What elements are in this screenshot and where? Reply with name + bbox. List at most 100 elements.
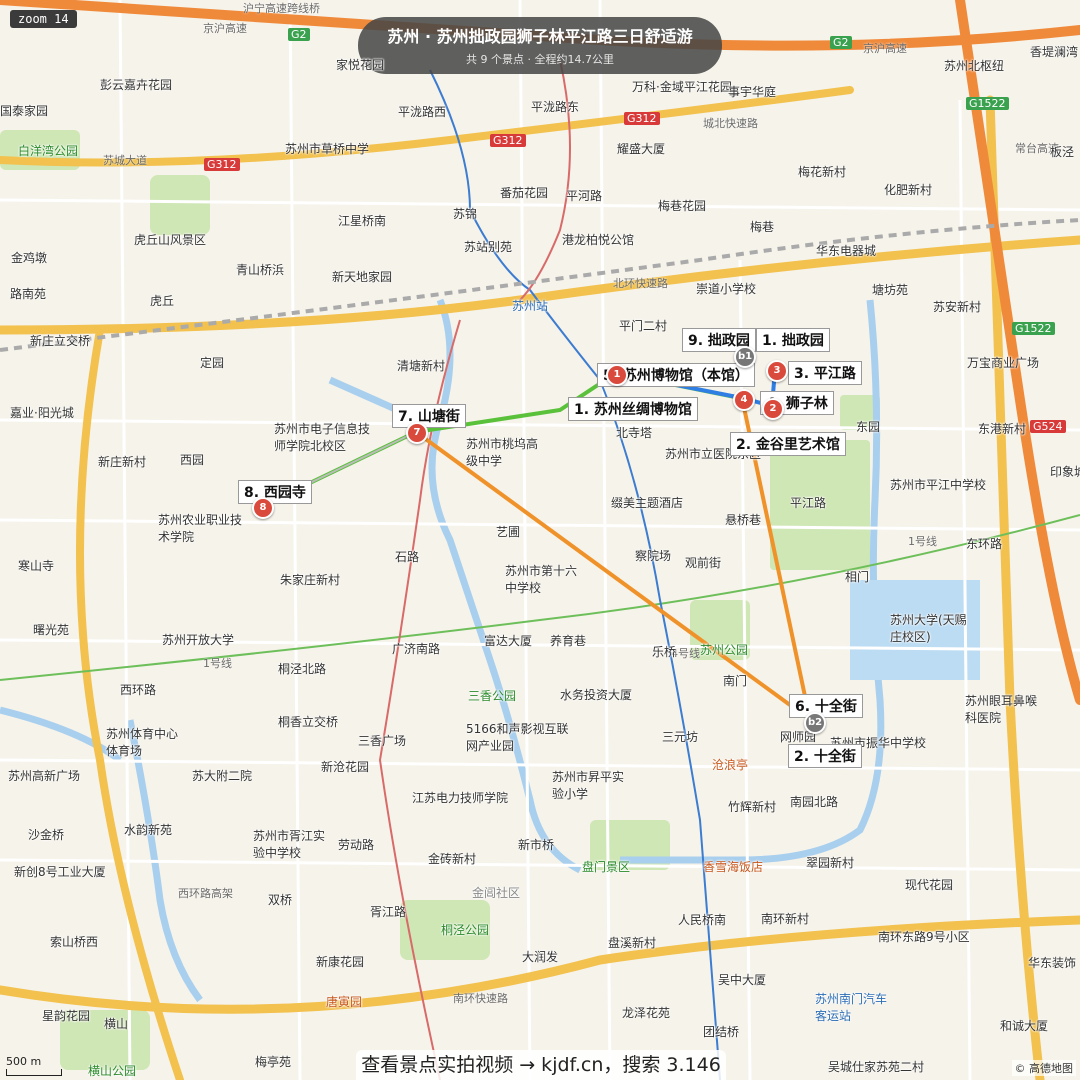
poi-label: 人民桥南 [678, 913, 727, 927]
poi-label: 印象城 [1050, 465, 1080, 479]
stop-label-2[interactable]: 2. 金谷里艺术馆 [730, 432, 846, 456]
road-shield-g2: G2 [830, 36, 852, 49]
poi-label: 崇道小学校 [696, 282, 757, 296]
poi-label: 南环新村 [761, 912, 810, 926]
poi-label: 沙金桥 [28, 828, 65, 842]
poi-label: 盘溪新村 [608, 936, 657, 950]
poi-label: 彭云嘉卉花园 [100, 78, 173, 92]
poi-label: 苏州高新广场 [8, 769, 81, 783]
poi-label: 苏州南门汽车客运站 [815, 992, 888, 1023]
poi-label: 金砖新村 [428, 852, 477, 866]
hotel-label-2[interactable]: 2. 十全街 [788, 744, 862, 768]
poi-label: 苏州公园 [700, 643, 749, 657]
stop-label-7[interactable]: 7. 山塘街 [392, 404, 466, 428]
poi-label: 平门二村 [619, 319, 668, 333]
poi-label: 新康花园 [316, 955, 365, 969]
poi-label: 富达大厦 [484, 634, 533, 648]
poi-label: 胥江路 [370, 905, 407, 919]
stop-label-3[interactable]: 3. 平江路 [788, 361, 862, 385]
road-shield-g312: G312 [204, 158, 240, 171]
poi-label: 港龙柏悦公馆 [562, 233, 635, 247]
hotel-marker-2[interactable]: b2 [804, 712, 826, 734]
road-shield-g2: G2 [288, 28, 310, 41]
scale-bar [6, 1069, 62, 1076]
poi-label: 苏州开放大学 [162, 633, 235, 647]
footer-promo-bar[interactable]: 查看景点实拍视频 → kjdf.cn，搜索 3.146 [356, 1050, 726, 1080]
poi-label: 苏州北枢纽 [944, 59, 1005, 73]
poi-label: 青山桥浜 [236, 263, 285, 277]
poi-label: 塘坊苑 [872, 283, 909, 297]
poi-label: 清塘新村 [397, 359, 446, 373]
poi-label: 家悦花园 [336, 58, 385, 72]
stop-marker-3[interactable]: 3 [766, 360, 788, 382]
poi-label: 相门 [845, 570, 870, 584]
poi-label: 白洋湾公园 [18, 144, 79, 158]
road-shield-g312: G312 [624, 112, 660, 125]
road-shield-g1522: G1522 [966, 97, 1009, 110]
stop-marker-4[interactable]: 4 [733, 389, 755, 411]
poi-label: 龙泽花苑 [622, 1006, 671, 1020]
poi-label: 寒山寺 [18, 559, 55, 573]
poi-label: 水韵新苑 [124, 823, 173, 837]
poi-label: 南门 [723, 674, 748, 688]
poi-label: 耀盛大厦 [617, 142, 666, 156]
poi-label: 新创8号工业大厦 [14, 865, 106, 879]
stop-marker-7[interactable]: 7 [406, 422, 428, 444]
stop-label-6[interactable]: 6. 十全街 [789, 694, 863, 718]
poi-label: 平泷路西 [398, 105, 447, 119]
poi-label: 苏州市胥江实验中学校 [253, 829, 326, 860]
poi-label: 华东电器城 [816, 244, 877, 258]
poi-label: 翠园新村 [806, 856, 855, 870]
poi-label: 三香公园 [468, 689, 517, 703]
road-name: 苏城大道 [103, 154, 147, 167]
scale-label: 500 m [6, 1055, 42, 1068]
poi-label: 虎丘 [150, 294, 175, 308]
poi-label: 星韵花园 [42, 1009, 91, 1023]
poi-label: 三香广场 [358, 734, 407, 748]
road-name: 南环快速路 [453, 992, 508, 1005]
stop-label-1[interactable]: 1. 苏州丝绸博物馆 [568, 397, 698, 421]
map-scale: 500 m [6, 1055, 62, 1076]
poi-label: 横山 [104, 1017, 129, 1031]
poi-label: 梅巷 [750, 220, 775, 234]
poi-label: 苏站别苑 [464, 240, 513, 254]
poi-label: 苏安新村 [933, 300, 982, 314]
hotel-marker-1[interactable]: b1 [734, 346, 756, 368]
poi-label: 西环路 [120, 683, 157, 697]
poi-label: 香雪海饭店 [703, 860, 764, 874]
stop-marker-2[interactable]: 2 [762, 398, 784, 420]
poi-label: 水务投资大厦 [560, 688, 633, 702]
poi-label: 苏锦 [453, 207, 478, 221]
stop-marker-1[interactable]: 1 [606, 364, 628, 386]
road-name: 1号线 [203, 657, 232, 670]
poi-suzhou-station[interactable]: 苏州站 [512, 297, 548, 314]
poi-label: 双桥 [268, 893, 293, 907]
poi-label: 唐寅园 [326, 995, 363, 1009]
road-name: 京沪高速 [863, 42, 907, 55]
poi-label: 苏州体育中心体育场 [106, 727, 179, 758]
poi-label: 苏州市昇平实验小学 [552, 770, 625, 801]
poi-label: 苏州市草桥中学 [285, 142, 370, 156]
poi-label: 悬桥巷 [725, 513, 762, 527]
poi-label: 苏州市第十六中学校 [505, 564, 578, 595]
stop-label-8[interactable]: 8. 西园寺 [238, 480, 312, 504]
poi-label: 平江路 [790, 496, 827, 510]
poi-label: 番茄花园 [500, 186, 549, 200]
road-name: 1号线 [908, 535, 937, 548]
poi-label: 国泰家园 [0, 104, 49, 118]
poi-label: 盘门景区 [582, 860, 631, 874]
poi-label: 桐香立交桥 [278, 715, 339, 729]
road-name: 西环路高架 [178, 887, 233, 900]
map-copyright: © 高德地图 [1011, 1060, 1076, 1076]
poi-label: 北寺塔 [616, 426, 653, 440]
poi-label: 苏大附二院 [192, 769, 253, 783]
poi-label: 艺圃 [496, 525, 521, 539]
poi-label: 朱家庄新村 [280, 573, 341, 587]
route-title-card: 苏州 · 苏州拙政园狮子林平江路三日舒适游 共 9 个景点 · 全程约14.7公… [358, 17, 722, 74]
poi-label: 沧浪亭 [712, 758, 749, 772]
stop-marker-8[interactable]: 8 [252, 497, 274, 519]
hotel-label-1[interactable]: 1. 拙政园 [756, 328, 830, 352]
poi-label: 南环东路9号小区 [878, 930, 970, 944]
road-shield-g312: G312 [490, 134, 526, 147]
poi-label: 竹辉新村 [728, 800, 777, 814]
